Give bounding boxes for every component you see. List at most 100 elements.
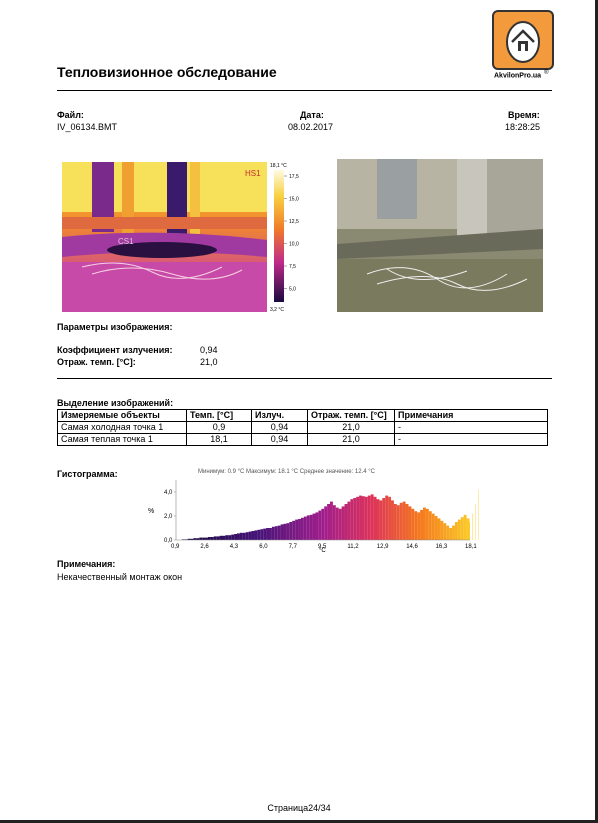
histogram-bar [239,532,243,540]
histogram-bar [274,526,278,540]
x-tick-label: 0,9 [171,544,180,550]
histogram-bar [266,528,269,540]
cell-emissivity: 0,94 [251,421,308,434]
scale-tick-label: 17,5 [289,174,299,180]
histogram-bar [254,530,258,540]
histogram-bar [306,515,310,540]
logo-text: AkvilonPro.ua ® [494,70,549,80]
company-logo: AkvilonPro.ua ® [492,10,556,84]
histogram-bar [318,510,322,540]
histogram-bar [260,529,264,540]
scale-tick-label: 10,0 [289,242,299,248]
x-tick-label: 14,6 [406,544,418,550]
histogram-bar [234,534,238,540]
histogram-bar [216,536,220,540]
file-label: Файл: [57,110,84,120]
x-tick-label: 4,3 [230,544,239,550]
histogram-bar [434,516,438,540]
histogram-bar [466,518,470,540]
y-tick-label: 2,0 [164,514,173,520]
histogram-bar [388,496,392,540]
histogram-bar [393,504,397,540]
histogram-bar [460,517,464,540]
histogram-bar [280,524,284,540]
histogram-bar [396,505,400,540]
histogram-bar [359,495,362,540]
histogram-bar [213,536,217,540]
histogram-bar [379,500,383,540]
histogram-bar [402,501,406,540]
histogram-bar [411,508,415,540]
scale-tick-label: 15,0 [289,197,299,203]
histogram-bar [385,495,389,540]
histogram-bar [457,519,461,540]
histogram-bar [373,496,377,540]
col-notes: Примечания [394,409,548,422]
params-divider [57,378,552,379]
histogram-bar [283,523,287,540]
date-value: 08.02.2017 [288,122,334,132]
histogram-bar [472,513,473,540]
histogram-bar [321,508,325,540]
table-row: Самая теплая точка 1 18,1 0,94 21,0 - [57,433,548,446]
x-tick-label: 16,3 [436,544,448,550]
x-tick-label: 7,7 [289,544,298,550]
table-header-row: Измеряемые объекты Темп. [°C] Излуч. Отр… [57,409,548,422]
histogram-bar [298,519,301,540]
x-tick-label: 11,2 [347,544,359,550]
histogram-bar [341,506,345,540]
histogram-bar [414,511,418,540]
col-emissivity: Излуч. [251,409,308,422]
histogram-bar [440,520,444,540]
visual-photo [337,159,543,312]
histogram-bar [231,534,235,540]
col-objects: Измеряемые объекты [57,409,187,422]
x-tick-label: 9,5 [318,544,327,550]
cell-notes: - [394,433,548,446]
histogram-bar [449,528,453,540]
histogram-bar [303,516,307,540]
histogram-bar [356,496,360,540]
histogram-bar [205,537,208,540]
histogram-chart: Минимум: 0.9 °C Максимум: 18.1 °C Средне… [140,466,500,554]
histogram-bar [289,522,293,540]
histogram-bar [454,522,458,540]
y-axis-label: % [148,508,154,515]
histogram-bar [420,510,423,540]
x-tick-label: 6,0 [259,544,268,550]
histogram-bar [452,525,455,540]
house-icon [492,10,554,70]
histogram-bar [300,517,304,540]
temperature-scale: 18,1 °C 3,2 °C 17,5 15,0 12,5 10,0 7,5 5,0 [270,162,310,314]
histogram-bar [361,496,365,540]
histogram-bar [202,537,206,540]
hot-spot-marker: HS1 [245,169,261,178]
cell-object: Самая холодная точка 1 [57,421,187,434]
emissivity-value: 0,94 [200,345,218,355]
histogram-bar [443,523,447,540]
histogram-bar [263,528,267,540]
histogram-bar [405,504,409,540]
header-divider [57,90,552,91]
histogram-bar [268,528,272,540]
histogram-bar [245,532,249,540]
histogram-bar [251,531,255,540]
x-tick-label: 18,1 [465,544,477,550]
cell-object: Самая теплая точка 1 [57,433,187,446]
table-row: Самая холодная точка 1 0,9 0,94 21,0 - [57,421,548,434]
page-number: Страница24/34 [267,803,331,813]
reflected-label: Отраж. темп. [°C]: [57,357,136,367]
histogram-heading: Гистограмма: [57,469,118,479]
histogram-bar [210,537,214,540]
histogram-bar [364,496,368,540]
histogram-bar [292,520,296,540]
params-heading: Параметры изображения: [57,322,173,332]
time-value: 18:28:25 [505,122,541,132]
histogram-bar [350,499,354,540]
histogram-bar [347,501,351,540]
scale-tick-label: 12,5 [289,219,299,225]
histogram-bar [408,506,412,540]
cell-notes: - [394,421,548,434]
scale-top-label: 18,1 °C [270,163,287,169]
histogram-bar [422,507,426,540]
